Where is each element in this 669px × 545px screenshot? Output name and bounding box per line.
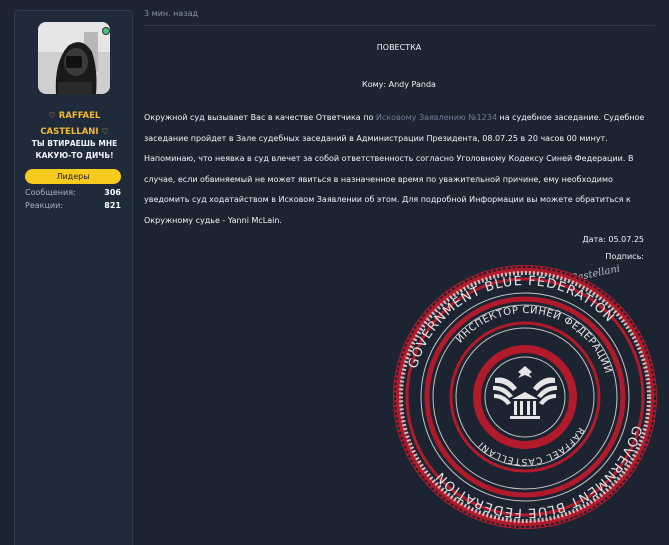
user-title: ТЫ ВТИРАЕШЬ МНЕ КАКУЮ-ТО ДИЧЬ! <box>31 139 118 160</box>
stat-label: Сообщения: <box>25 188 76 197</box>
divider <box>144 25 655 26</box>
group-badge[interactable]: Лидеры <box>25 169 121 184</box>
stat-value[interactable]: 306 <box>104 186 121 199</box>
claim-link[interactable]: Исковому Заявлению №1234 <box>376 113 497 122</box>
stat-messages: Сообщения: 306 <box>25 186 121 199</box>
government-seal-icon: GOVERNMENT BLUE FEDERATION GOVERNMENT BL… <box>393 265 657 529</box>
body-text: Окружной суд вызывает Вас в качестве Отв… <box>144 113 376 122</box>
username-last: CASTELLANI <box>40 127 99 137</box>
avatar[interactable] <box>38 22 110 94</box>
stat-label: Реакции: <box>25 201 64 210</box>
post-heading: ПОВЕСТКА <box>376 43 422 52</box>
username-first: RAFFAEL <box>58 111 101 121</box>
stat-reactions: Реакции: 821 <box>25 199 121 212</box>
post-timestamp[interactable]: 3 мин. назад <box>144 9 198 18</box>
heart-icon: ♡ <box>101 127 109 136</box>
online-status-icon <box>102 27 110 35</box>
stat-value[interactable]: 821 <box>104 199 121 212</box>
user-sidebar: ♡ RAFFAEL CASTELLANI ♡ ТЫ ВТИРАЕШЬ МНЕ К… <box>14 10 133 545</box>
signature-label: Подпись: <box>605 252 644 261</box>
post-recipient: Кому: Andy Panda <box>362 80 436 89</box>
post-date: Дата: 05.07.25 <box>582 235 644 244</box>
heart-icon: ♡ <box>48 111 56 120</box>
username[interactable]: ♡ RAFFAEL CASTELLANI ♡ <box>15 108 134 140</box>
body-text: на судебное заседание. Судебное заседани… <box>144 113 645 225</box>
post-body: Окружной суд вызывает Вас в качестве Отв… <box>144 108 654 231</box>
